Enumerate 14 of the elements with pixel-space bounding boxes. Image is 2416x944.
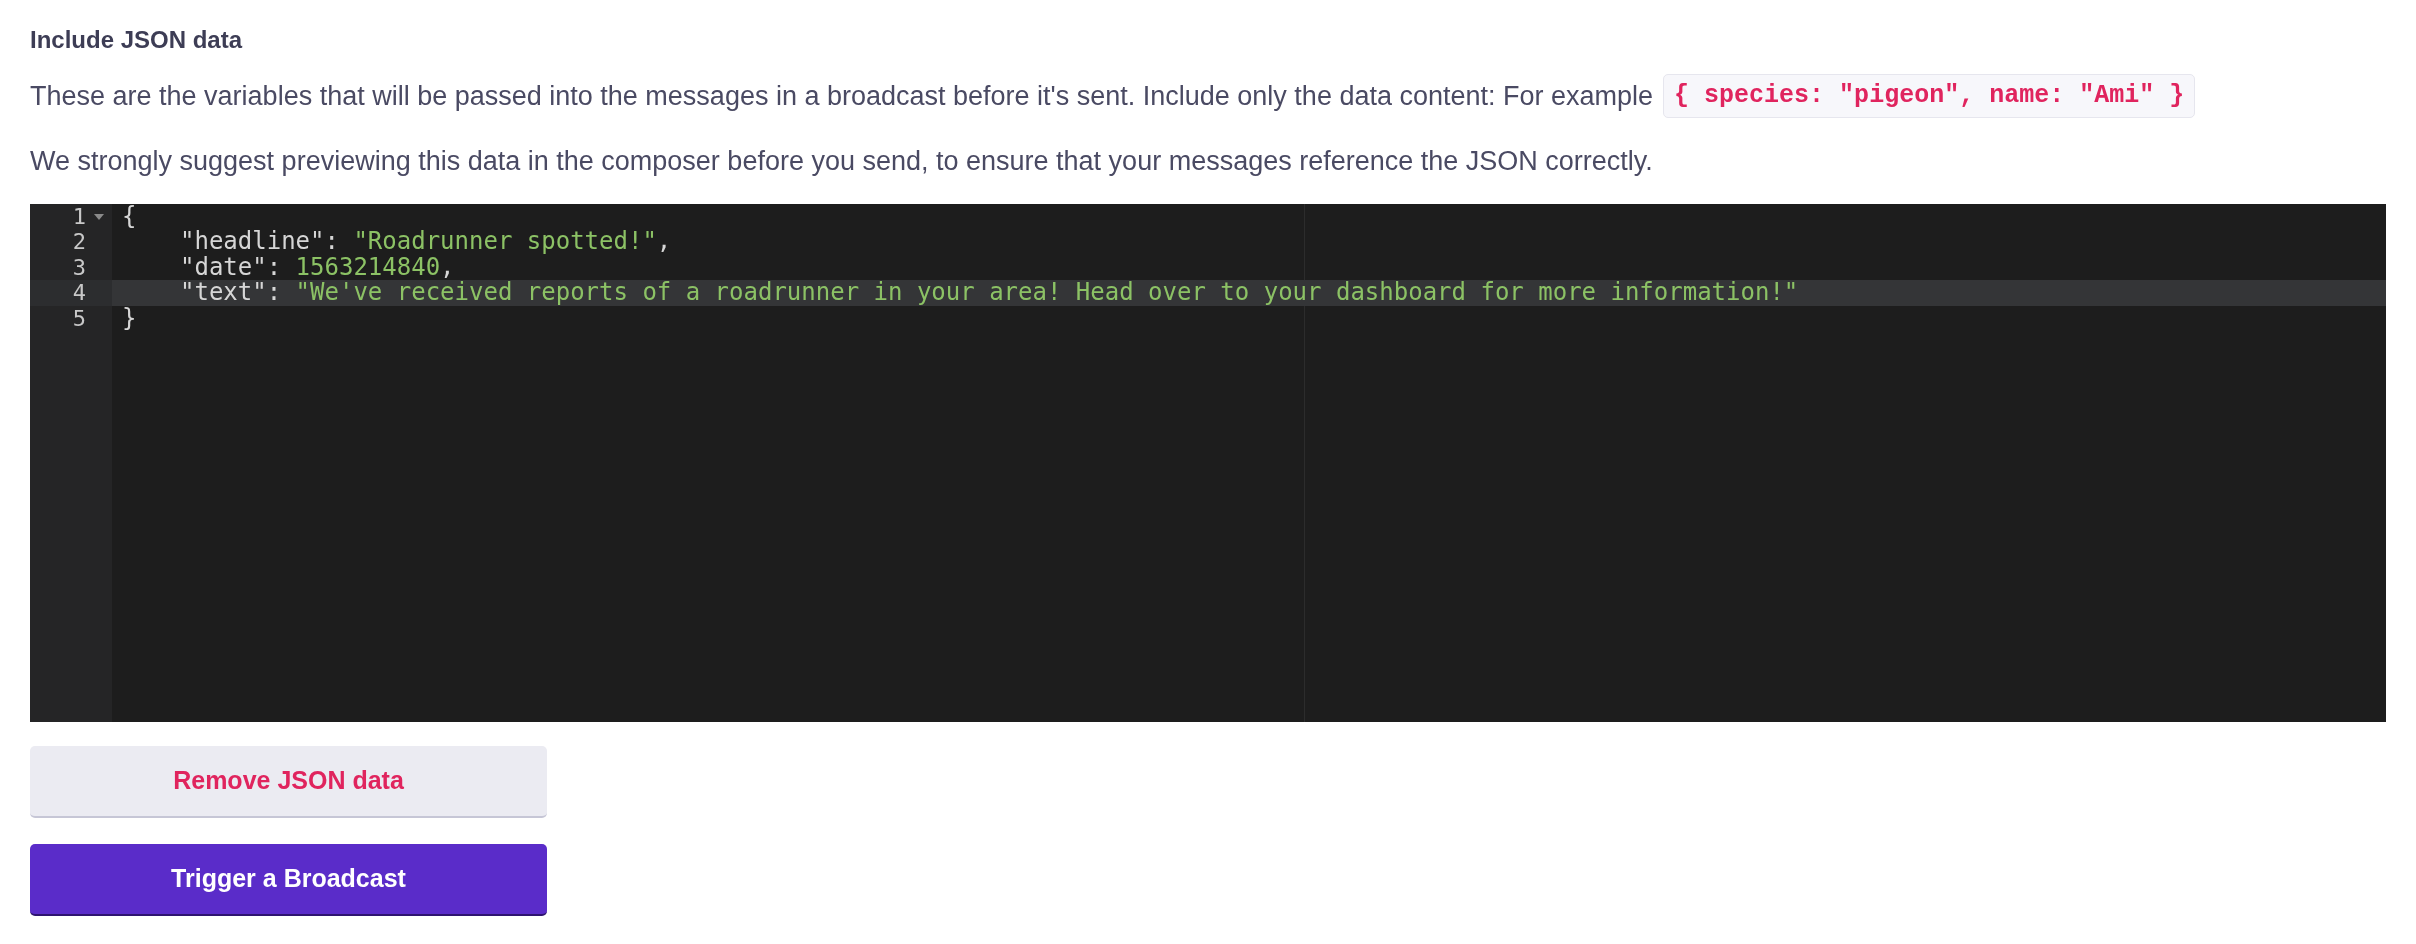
code-line: } <box>121 305 137 331</box>
description-paragraph: We strongly suggest previewing this data in the composer before you send, to ensure that your messages reference the JSON correctly. <box>30 144 1654 178</box>
inline-code: { species: "pigeon", name: "Ami" } <box>1663 74 2196 118</box>
fold-caret-icon[interactable] <box>94 213 104 220</box>
code-line: { <box>121 203 137 229</box>
code-editor[interactable]: 1 { 2 "headline": "Roadrunner spotted!", 3 "date": 1563214840, 4 "text": "We've received reports of a roadrunner in your area! Head over to your dashboard for more information!" 5 } <box>30 203 2386 722</box>
remove-data-button[interactable]: Remove JSON data <box>30 745 547 818</box>
description-text: These are the variables that will be passed into the messages in a broadcast before it's sent. Include only the data content: For example <box>30 79 1654 113</box>
trigger-broadcast-button[interactable]: Trigger a Broadcast <box>30 843 547 916</box>
code-line: "date": 1563214840, <box>179 254 455 280</box>
code-line: "headline": "Roadrunner spotted!", <box>179 229 672 255</box>
line-number: 1 <box>72 202 86 231</box>
section-heading: Include JSON data <box>30 25 244 55</box>
code-line: "text": "We've received reports of a roadrunner in your area! Head over to your dashboard for more information!" <box>179 280 1799 306</box>
